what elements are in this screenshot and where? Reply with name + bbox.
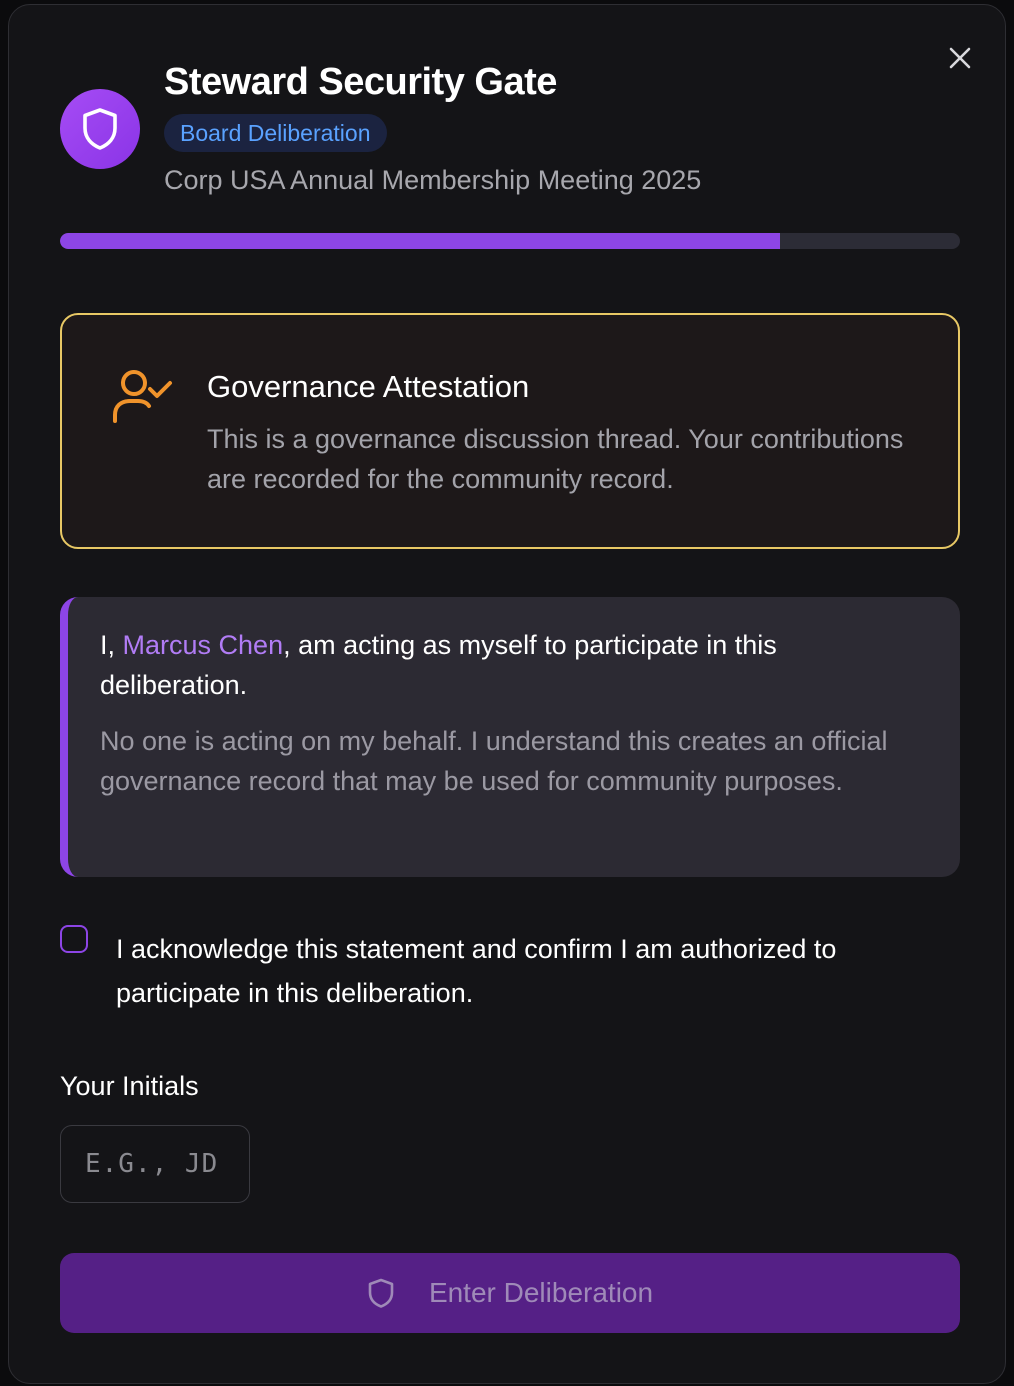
shield-icon bbox=[368, 1278, 394, 1308]
statement-detail: No one is acting on my behalf. I underst… bbox=[100, 726, 888, 796]
identity-statement: I, Marcus Chen, am acting as myself to p… bbox=[100, 625, 920, 705]
deliberation-type-badge: Board Deliberation bbox=[164, 114, 387, 152]
progress-bar bbox=[60, 233, 960, 249]
user-check-icon bbox=[113, 370, 172, 423]
enter-deliberation-button[interactable]: Enter Deliberation bbox=[60, 1253, 960, 1333]
shield-icon bbox=[83, 108, 117, 150]
meeting-name: Corp USA Annual Membership Meeting 2025 bbox=[164, 165, 702, 195]
initials-input[interactable] bbox=[60, 1125, 250, 1203]
progress-fill bbox=[60, 233, 780, 249]
security-gate-dialog: Steward Security Gate Board Deliberation… bbox=[8, 4, 1006, 1384]
enter-deliberation-label: Enter Deliberation bbox=[428, 1277, 654, 1308]
initials-label: Your Initials bbox=[60, 1071, 199, 1101]
attestation-text: This is a governance discussion thread. … bbox=[207, 424, 904, 494]
identity-statement-card: I, Marcus Chen, am acting as myself to p… bbox=[60, 597, 960, 877]
statement-prefix: I, bbox=[100, 630, 123, 660]
participant-name: Marcus Chen bbox=[122, 630, 284, 660]
close-icon bbox=[949, 47, 971, 69]
attestation-title: Governance Attestation bbox=[207, 369, 530, 404]
governance-attestation-card: Governance Attestation This is a governa… bbox=[60, 313, 960, 549]
acknowledge-label[interactable]: I acknowledge this statement and confirm… bbox=[116, 927, 946, 1015]
dialog-title: Steward Security Gate bbox=[164, 61, 557, 103]
acknowledge-checkbox[interactable] bbox=[60, 925, 88, 953]
close-button[interactable] bbox=[945, 43, 975, 73]
gate-shield-avatar bbox=[60, 89, 140, 169]
